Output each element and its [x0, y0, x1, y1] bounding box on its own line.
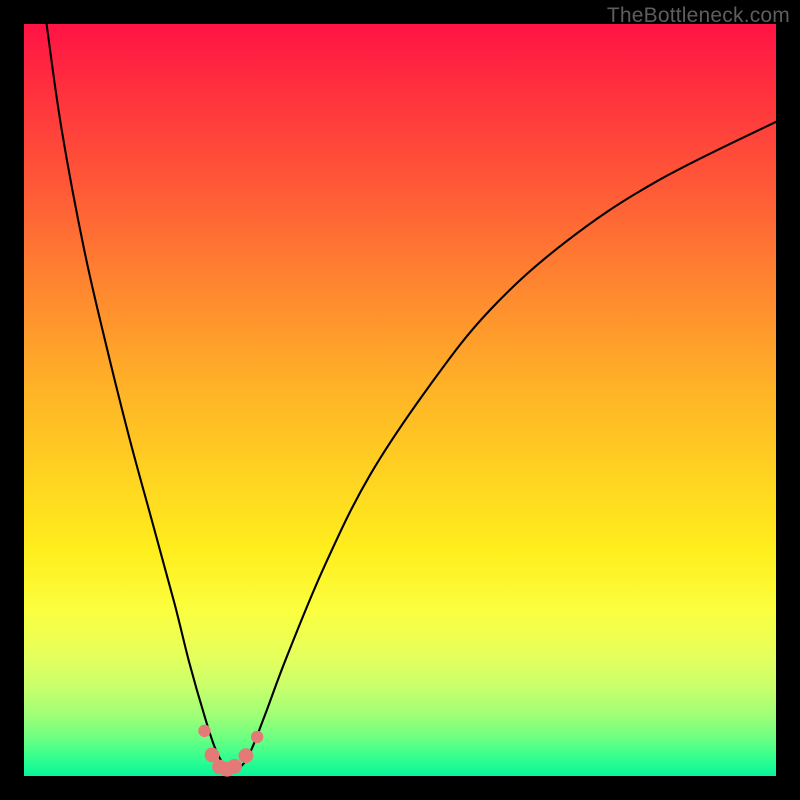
curve-svg: [24, 24, 776, 776]
trough-marker: [251, 731, 263, 743]
trough-marker: [238, 748, 253, 763]
plot-area: [24, 24, 776, 776]
trough-marker: [227, 759, 242, 774]
bottleneck-curve: [47, 24, 776, 771]
chart-frame: TheBottleneck.com: [0, 0, 800, 800]
watermark-label: TheBottleneck.com: [607, 4, 790, 28]
trough-markers: [198, 725, 263, 777]
trough-marker: [198, 725, 210, 737]
